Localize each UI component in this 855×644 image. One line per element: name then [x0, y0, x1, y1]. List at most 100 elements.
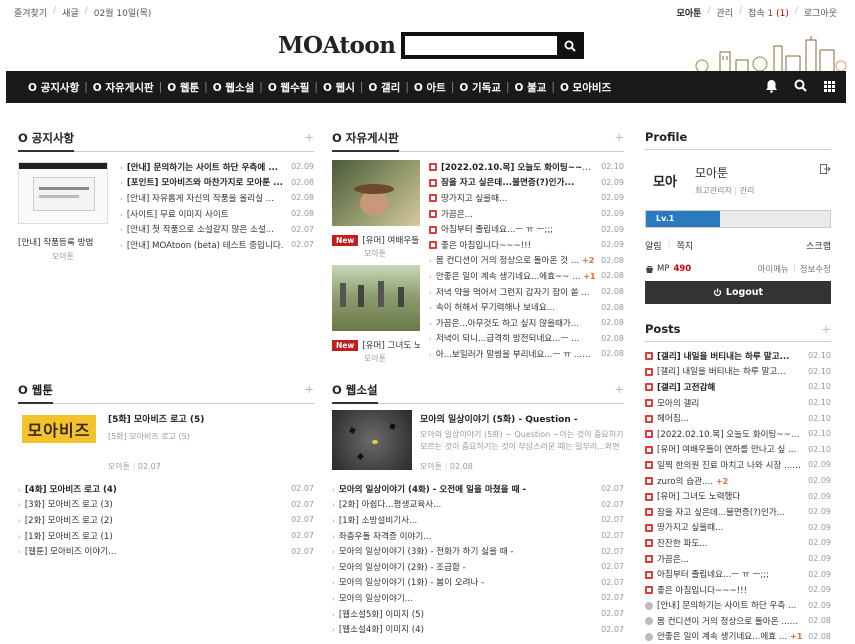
nav-item[interactable]: O 자유게시판 — [89, 80, 158, 95]
list-item[interactable]: 몸 컨디션이 거의 정상으로 돌아온 ... +2 02.08 — [645, 613, 831, 629]
free-board-more-icon[interactable]: + — [614, 130, 624, 146]
list-item[interactable]: zuro의 습관.... +2 02.09 — [645, 473, 831, 489]
list-item[interactable]: › [안내] 자유롭게 자신의 작품을 올리실 ... 02.08 — [120, 190, 314, 206]
list-item[interactable]: 땅가지고 싶을때... 02.09 — [645, 520, 831, 536]
list-item[interactable]: 가끔은... 02.09 — [429, 206, 624, 222]
list-item[interactable]: › 아...보일러가 말썽을 부리네요...ㅡ ㅠ ... +2 02.08 — [429, 346, 624, 362]
nav-item[interactable]: O 모아비즈 — [556, 80, 615, 95]
free-thumb-card-2[interactable]: New [유머] 그녀도 노 모아툰 — [332, 265, 420, 364]
nav-item[interactable]: O 불교 — [510, 80, 550, 95]
list-item[interactable]: [2022.02.10.목] 오늘도 화이팅~~~화 ... 02.10 — [429, 159, 624, 175]
free-thumb-card-1[interactable]: New [유머] 여배우들 모아툰 — [332, 160, 420, 259]
nav-item[interactable]: O 공지사항 — [24, 80, 83, 95]
list-item[interactable]: › 저녁 약을 먹어서 그런지 갑자기 잠이 쏟 ... 02.08 — [429, 284, 624, 300]
list-item[interactable]: › [포인트] 모아비즈와 마찬가지로 모아툰 ... 02.08 — [120, 175, 314, 191]
list-item[interactable]: › [안내] 첫 작품으로 소설같지 않은 소설... 02.07 — [120, 221, 314, 237]
list-item[interactable]: › 좌충우돌 자격증 이야기... 02.07 — [332, 528, 624, 544]
nav-item[interactable]: O 기독교 — [455, 80, 505, 95]
nav-item[interactable]: O 웹소설 — [209, 80, 259, 95]
list-item[interactable]: 모아의 갤리 02.10 — [645, 395, 831, 411]
site-logo[interactable]: MOAtoon — [278, 32, 396, 59]
my-menu-link[interactable]: 마이메뉴 — [758, 263, 789, 275]
list-item[interactable]: › 몸 컨디션이 거의 정상으로 돌아온 것 ... +2 02.08 — [429, 253, 624, 269]
list-item[interactable]: › [웹소설5화] 이미지 (5) 02.07 — [332, 606, 624, 622]
list-item[interactable]: › [4화] 모아비즈 로고 (4) 02.07 — [18, 481, 314, 497]
list-item[interactable]: 좋은 아침입니다~~~!!! 02.09 — [645, 582, 831, 598]
nav-item[interactable]: O 아트 — [410, 80, 450, 95]
admin-link[interactable]: 관리 — [716, 6, 733, 19]
list-item[interactable]: › [웹소설4화] 이미지 (4) 02.07 — [332, 621, 624, 637]
user-name-link[interactable]: 모아툰 — [677, 6, 702, 19]
list-item[interactable]: › 모아의 일상이야기 (4화) - 오전에 일을 마쳤을 때 - 02.07 — [332, 481, 624, 497]
message-link[interactable]: 쪽지 — [677, 239, 694, 252]
notice-more-icon[interactable]: + — [304, 130, 314, 146]
posts-more-icon[interactable]: + — [821, 322, 831, 336]
list-item[interactable]: › [2화] 모아비즈 로고 (2) 02.07 — [18, 512, 314, 528]
list-item[interactable]: 좋은 아침입니다~~~!!! 02.09 — [429, 237, 624, 253]
profile-name[interactable]: 모아툰 — [695, 164, 728, 181]
list-item[interactable]: › 모아의 일상이야기 (3화) - 전화가 하기 싫을 때 - 02.07 — [332, 543, 624, 559]
list-item[interactable]: › [웹툰] 모아비즈 이야기... 02.07 — [18, 543, 314, 559]
list-item[interactable]: [갤리] 내일을 버티내는 하루 말고... 02.10 — [645, 348, 831, 364]
nav-item[interactable]: O 갤리 — [364, 80, 404, 95]
nav-item[interactable]: O 웹툰 — [163, 80, 203, 95]
list-item[interactable]: [갤리] 내일을 버티내는 하루 말고... 02.10 — [645, 364, 831, 380]
webtoon-feat-title[interactable]: [5화] 모아비즈 로고 (5) — [108, 412, 204, 425]
bell-icon[interactable] — [765, 79, 778, 93]
grid-icon[interactable] — [823, 79, 836, 93]
exit-icon[interactable] — [820, 164, 831, 174]
notice-title[interactable]: O 공지사항 — [18, 130, 75, 152]
list-item[interactable]: 땅가지고 싶을때... 02.09 — [429, 190, 624, 206]
list-item[interactable]: › [3화] 모아비즈 로고 (3) 02.07 — [18, 497, 314, 513]
nav-item[interactable]: O 웹시 — [319, 80, 359, 95]
list-item[interactable]: › [2화] 아쉽다...평생교육사... 02.07 — [332, 497, 624, 513]
nav-item[interactable]: O 웹수필 — [264, 80, 314, 95]
list-item[interactable]: › [안내] MOAtoon (beta) 테스트 중입니다. 02.07 — [120, 237, 314, 253]
web-novel-title[interactable]: O 웹소설 — [332, 382, 378, 404]
list-item[interactable]: › 속이 허해서 무기력해나 보네요... 02.08 — [429, 299, 624, 315]
webtoon-thumbnail[interactable]: 모아비즈 — [18, 410, 100, 447]
profile-manage-link[interactable]: 관리 — [740, 186, 755, 195]
list-item[interactable]: 가끔은... 02.09 — [645, 551, 831, 567]
web-novel-feat-title[interactable]: 모아의 일상이야기 (5화) - Question - — [420, 412, 578, 425]
web-novel-thumbnail[interactable] — [332, 410, 412, 470]
list-item[interactable]: 일찍 한의원 진료 마치고 나와 시장 ...+102.09 — [645, 457, 831, 473]
list-item[interactable]: [2022.02.10.목] 오늘도 화이팅~~~화 ... 02.10 — [645, 426, 831, 442]
list-item[interactable]: 아침부터 졸립네요...ㅡ ㅠ ㅡ;;; 02.09 — [645, 566, 831, 582]
list-item[interactable]: › 모아의 일상이야기 (2화) - 조급함 - 02.07 — [332, 559, 624, 575]
list-item[interactable]: › [안내] 문의하기는 사이트 하단 우측에 ... 02.09 — [120, 159, 314, 175]
list-item[interactable]: 잠을 자고 싶은데...불면증(?)인가... 02.09 — [645, 504, 831, 520]
list-item[interactable]: › 모아의 일상이야기 (1화) - 봄이 오려나 - 02.07 — [332, 575, 624, 591]
list-item[interactable]: 안좋은 일이 계속 생기네요...에효 ... +1 02.08 — [645, 629, 831, 644]
notice-thumb-card[interactable]: [안내] 작품등록 방법 모아툰 — [18, 162, 108, 262]
list-item[interactable]: [안내] 문의하기는 사이트 하단 우측 ... 02.09 — [645, 598, 831, 614]
free-board-title[interactable]: O 자유게시판 — [332, 130, 399, 152]
list-item[interactable]: › [사이트] 무료 이미지 사이트 02.08 — [120, 206, 314, 222]
scrap-link[interactable]: 스크랩 — [806, 239, 831, 252]
list-item[interactable]: 아침부터 졸립네요...ㅡ ㅠ ㅡ;;; 02.09 — [429, 221, 624, 237]
web-novel-more-icon[interactable]: + — [614, 382, 624, 398]
list-item[interactable]: 잠을 자고 싶은데...불면증(?)인가... 02.09 — [429, 175, 624, 191]
logout-button[interactable]: Logout — [645, 281, 831, 304]
list-item[interactable]: › 안좋은 일이 계속 생기네요...에효~~ ... +1 02.08 — [429, 268, 624, 284]
search-icon[interactable] — [794, 79, 807, 93]
webtoon-title[interactable]: O 웹툰 — [18, 382, 53, 404]
edit-profile-link[interactable]: 정보수정 — [800, 263, 831, 275]
search-input[interactable] — [405, 36, 557, 55]
list-item[interactable]: › 저녁이 되니...급격히 방전되네요...ㅡ ... 02.08 — [429, 331, 624, 347]
list-item[interactable]: 헤어짐... 02.10 — [645, 410, 831, 426]
list-item[interactable]: › [1화] 소방설비기사... 02.07 — [332, 512, 624, 528]
list-item[interactable]: [유머] 여배우들이 연하를 만나고 싶 ... 02.10 — [645, 442, 831, 458]
visitors-link[interactable]: 접속 1 (1) — [748, 6, 789, 19]
alarm-link[interactable]: 알림 — [645, 239, 662, 252]
list-item[interactable]: › 가끔은...아무것도 하고 싶지 않을때가... 02.08 — [429, 315, 624, 331]
list-item[interactable]: › 모아의 일상이야기... 02.07 — [332, 590, 624, 606]
list-item[interactable]: › [1화] 모아비즈 로고 (1) 02.07 — [18, 528, 314, 544]
bookmark-link[interactable]: 즐겨찾기 — [14, 6, 47, 19]
new-posts-link[interactable]: 새글 — [62, 6, 79, 19]
list-item[interactable]: 잔잔한 파도... 02.09 — [645, 535, 831, 551]
avatar[interactable]: 모아 — [645, 160, 685, 200]
search-button[interactable] — [560, 36, 580, 55]
webtoon-more-icon[interactable]: + — [304, 382, 314, 398]
logout-link[interactable]: 로그아웃 — [804, 6, 837, 19]
